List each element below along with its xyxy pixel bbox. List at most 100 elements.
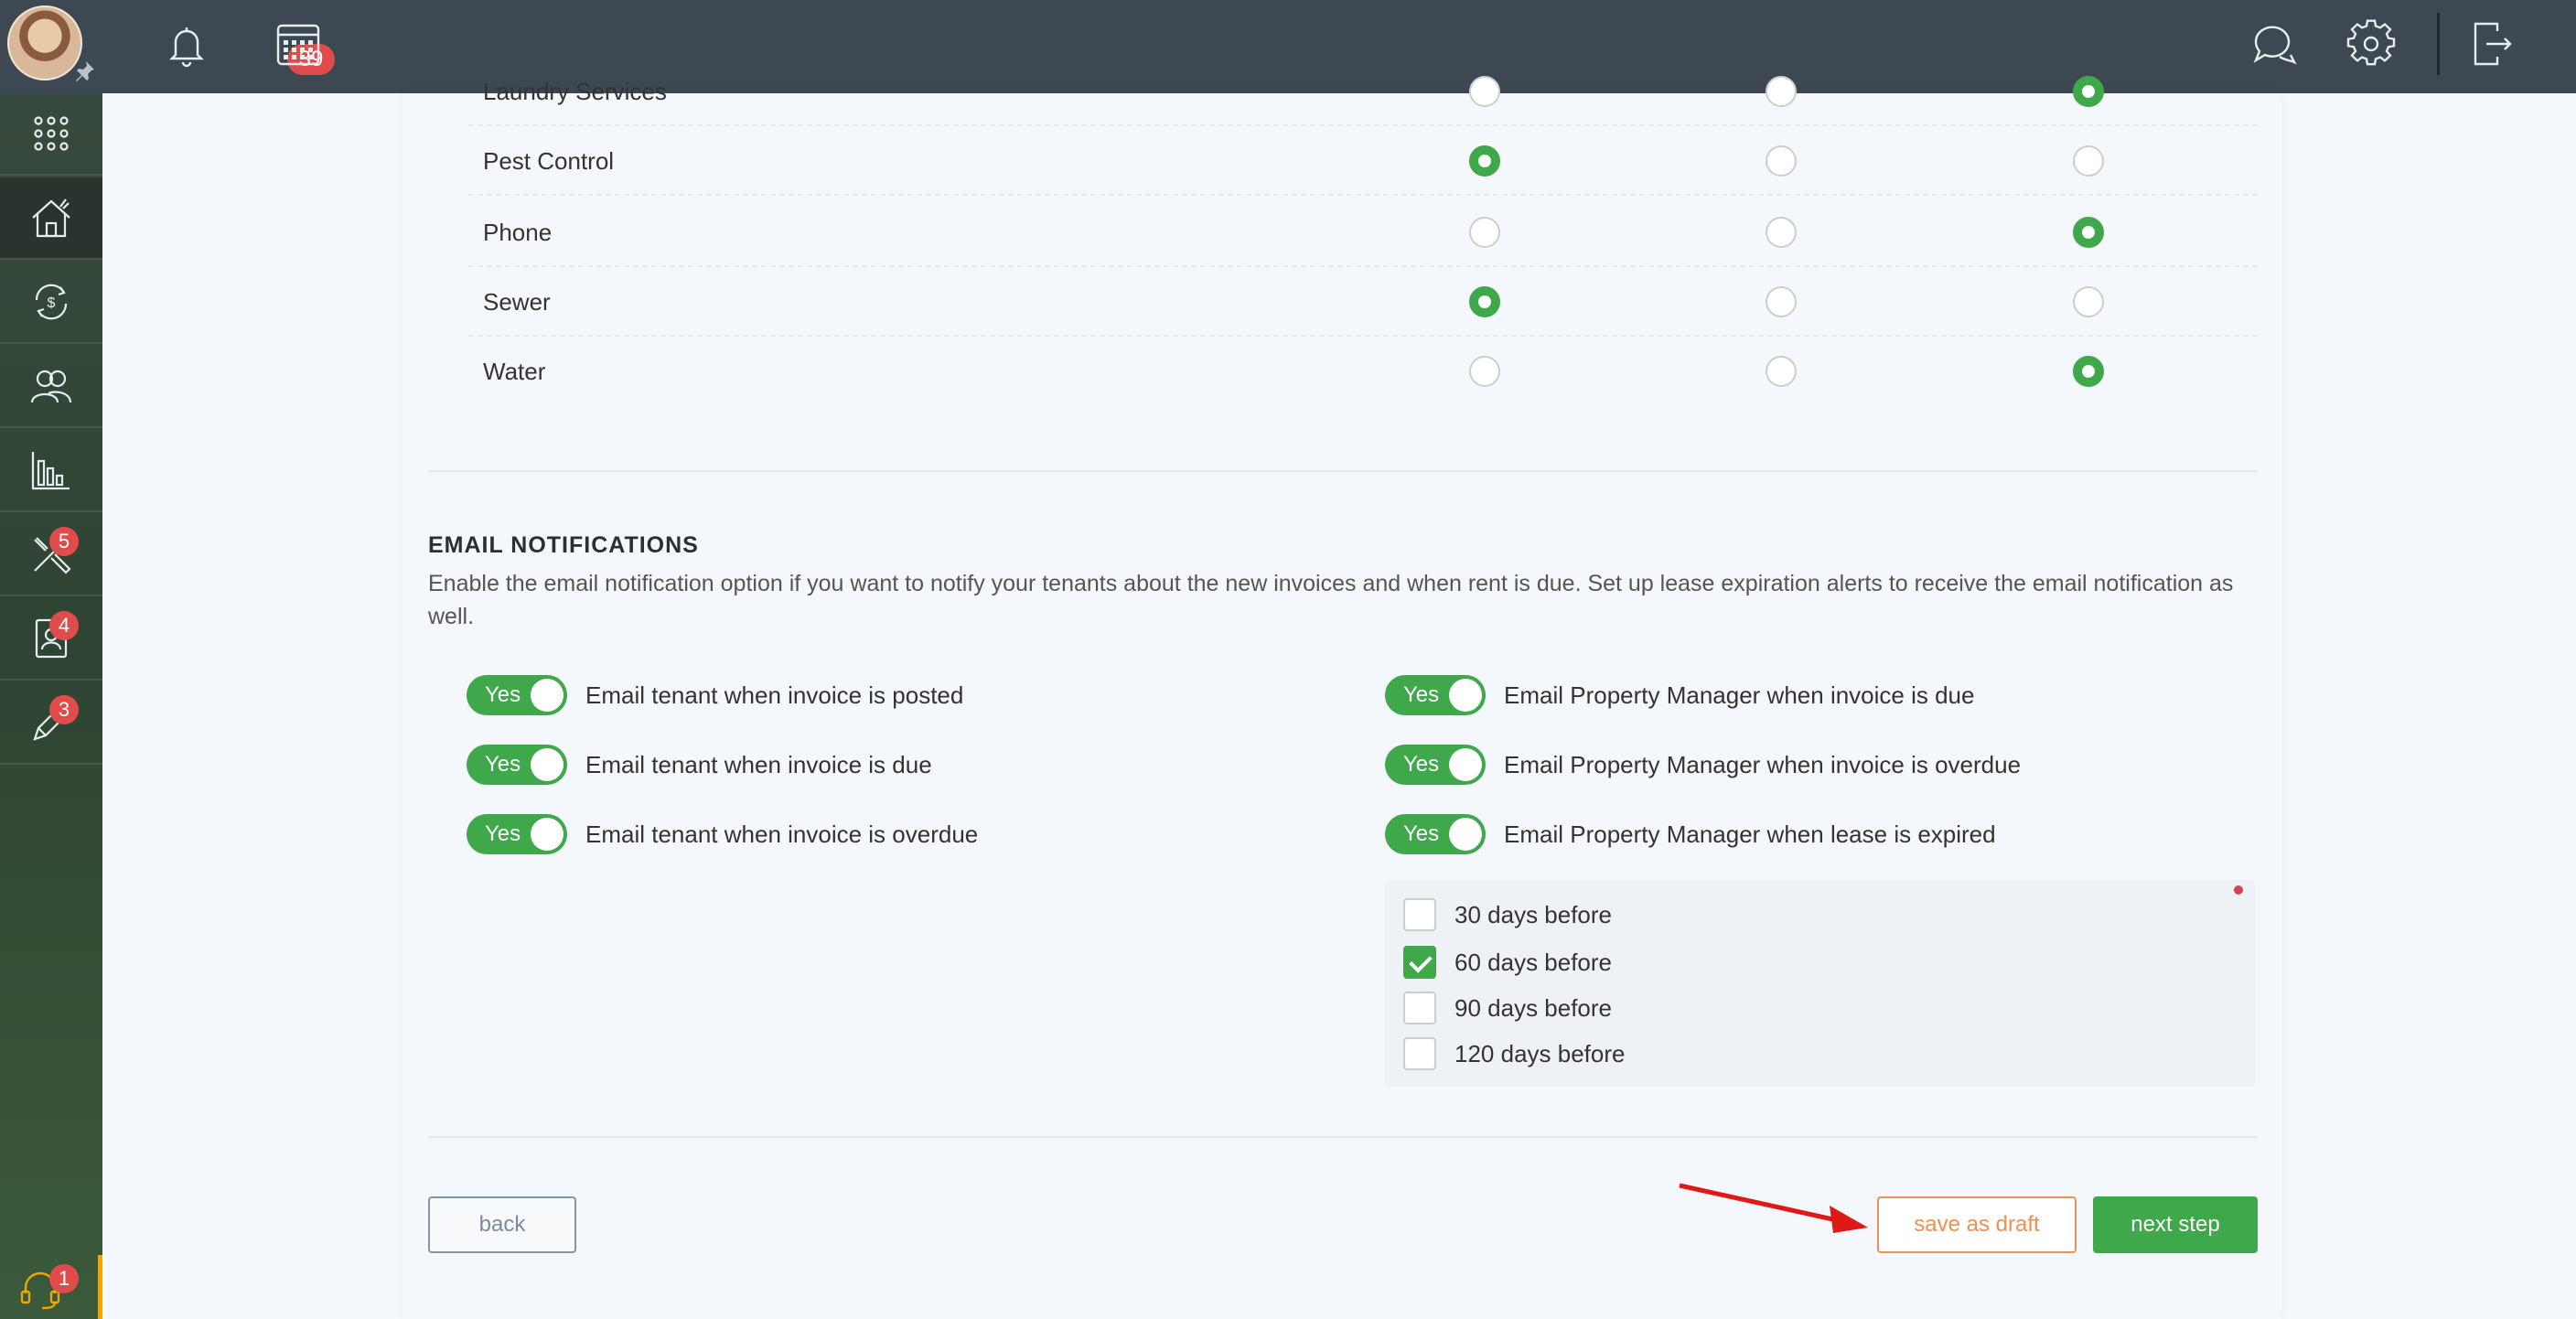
utility-radio[interactable] bbox=[1766, 76, 1797, 107]
sidebar-item-support[interactable]: 1 bbox=[0, 1255, 102, 1319]
toggle-knob bbox=[531, 679, 564, 712]
section-divider bbox=[428, 1136, 2258, 1138]
gear-icon[interactable] bbox=[2345, 18, 2397, 70]
sidebar-item-contacts[interactable] bbox=[0, 346, 102, 428]
toggle-row: Yes Email Property Manager when invoice … bbox=[1385, 743, 2021, 787]
main-card: Laundry Services Pest Control Phone Sewe… bbox=[402, 76, 2281, 1319]
next-step-button[interactable]: next step bbox=[2093, 1196, 2258, 1253]
utility-radio[interactable] bbox=[1469, 356, 1500, 387]
toggle-text: Email Property Manager when invoice is d… bbox=[1504, 681, 1975, 709]
sidebar: $ 5 4 3 1 bbox=[0, 0, 102, 1319]
profile-area[interactable] bbox=[0, 0, 102, 93]
svg-text:$: $ bbox=[48, 295, 56, 311]
days-option[interactable]: 120 days before bbox=[1403, 1037, 1625, 1070]
section-description: Enable the email notification option if … bbox=[428, 571, 2234, 629]
toggle-switch[interactable]: Yes bbox=[467, 814, 567, 854]
save-as-draft-button[interactable]: save as draft bbox=[1877, 1196, 2077, 1253]
utility-radio[interactable] bbox=[1766, 286, 1797, 317]
toggle-text: Email tenant when invoice is due bbox=[585, 750, 932, 778]
people-icon bbox=[30, 370, 72, 403]
money-cycle-icon: $ bbox=[35, 284, 68, 320]
utility-radio[interactable] bbox=[1469, 145, 1500, 177]
toggle-knob bbox=[531, 818, 564, 851]
toggle-label: Yes bbox=[1403, 752, 1440, 777]
utility-radio[interactable] bbox=[2073, 286, 2104, 317]
pin-icon[interactable] bbox=[71, 59, 97, 84]
utility-radio[interactable] bbox=[1469, 217, 1500, 248]
sidebar-item-leases[interactable]: 3 bbox=[0, 682, 102, 765]
utility-name: Laundry Services bbox=[483, 78, 667, 105]
section-title: EMAIL NOTIFICATIONS bbox=[428, 532, 699, 558]
toggle-switch[interactable]: Yes bbox=[1385, 814, 1486, 854]
toggle-row: Yes Email Property Manager when invoice … bbox=[1385, 673, 1974, 717]
toggle-text: Email Property Manager when lease is exp… bbox=[1504, 820, 1996, 848]
toggle-knob bbox=[1449, 748, 1482, 781]
maintenance-badge: 5 bbox=[49, 527, 79, 556]
toggle-switch[interactable]: Yes bbox=[1385, 745, 1486, 785]
checkbox[interactable] bbox=[1403, 898, 1436, 931]
sidebar-item-payments[interactable]: $ bbox=[0, 262, 102, 344]
toggle-label: Yes bbox=[1403, 682, 1440, 707]
days-option[interactable]: 60 days before bbox=[1403, 946, 1612, 979]
toggle-knob bbox=[531, 748, 564, 781]
utility-name: Water bbox=[483, 358, 546, 385]
utility-radio[interactable] bbox=[2073, 217, 2104, 248]
days-option[interactable]: 30 days before bbox=[1403, 898, 1612, 931]
toggle-switch[interactable]: Yes bbox=[467, 745, 567, 785]
toggle-label: Yes bbox=[485, 821, 521, 846]
toggle-text: Email Property Manager when invoice is o… bbox=[1504, 750, 2022, 778]
checkbox-checked[interactable] bbox=[1403, 946, 1436, 979]
toggle-text: Email tenant when invoice is posted bbox=[585, 681, 964, 709]
toggle-switch[interactable]: Yes bbox=[1385, 675, 1486, 715]
toggle-row: Yes Email Property Manager when lease is… bbox=[1385, 812, 1996, 856]
chart-icon bbox=[31, 452, 70, 490]
checkbox-label: 90 days before bbox=[1454, 993, 1613, 1022]
utility-radio[interactable] bbox=[2073, 145, 2104, 177]
required-dot bbox=[2234, 885, 2243, 895]
utility-row: Sewer bbox=[468, 267, 2258, 337]
utility-radio[interactable] bbox=[1766, 217, 1797, 248]
toggle-knob bbox=[1449, 679, 1482, 712]
utility-name: Phone bbox=[483, 219, 553, 246]
checkbox[interactable] bbox=[1403, 992, 1436, 1024]
utility-radio[interactable] bbox=[1766, 356, 1797, 387]
checkbox-label: 120 days before bbox=[1454, 1039, 1626, 1067]
house-icon bbox=[32, 198, 70, 238]
tenants-badge: 4 bbox=[49, 611, 79, 640]
bell-icon[interactable] bbox=[161, 18, 212, 70]
toggle-label: Yes bbox=[485, 682, 521, 707]
utility-radio[interactable] bbox=[1469, 286, 1500, 317]
grid-icon bbox=[34, 116, 69, 151]
sidebar-item-tenants[interactable]: 4 bbox=[0, 598, 102, 681]
toggle-switch[interactable]: Yes bbox=[467, 675, 567, 715]
sidebar-item-reports[interactable] bbox=[0, 430, 102, 512]
utility-name: Pest Control bbox=[483, 147, 615, 175]
utility-radio[interactable] bbox=[1469, 76, 1500, 107]
sidebar-item-apps[interactable] bbox=[0, 93, 102, 176]
calendar-icon[interactable] bbox=[273, 18, 324, 70]
checkbox[interactable] bbox=[1403, 1037, 1436, 1070]
toggle-text: Email tenant when invoice is overdue bbox=[585, 820, 979, 848]
toggle-row: Yes Email tenant when invoice is posted bbox=[467, 673, 963, 717]
utility-row: Water bbox=[468, 337, 2258, 406]
utility-radio[interactable] bbox=[2073, 76, 2104, 107]
sidebar-item-maintenance[interactable]: 5 bbox=[0, 514, 102, 596]
sidebar-item-properties[interactable] bbox=[0, 177, 102, 260]
toggle-row: Yes Email tenant when invoice is overdue bbox=[467, 812, 978, 856]
utility-name: Sewer bbox=[483, 288, 551, 316]
back-button[interactable]: back bbox=[428, 1196, 576, 1253]
utility-row: Phone bbox=[468, 198, 2258, 267]
annotation-arrow-icon bbox=[1679, 1183, 1868, 1233]
utility-radio[interactable] bbox=[1766, 145, 1797, 177]
utility-radio[interactable] bbox=[2073, 356, 2104, 387]
checkbox-label: 30 days before bbox=[1454, 900, 1613, 928]
days-option[interactable]: 90 days before bbox=[1403, 992, 1612, 1024]
utility-row: Laundry Services bbox=[468, 57, 2258, 126]
logout-icon[interactable] bbox=[2466, 18, 2517, 70]
toggle-row: Yes Email tenant when invoice is due bbox=[467, 743, 932, 787]
topbar-divider bbox=[2437, 13, 2440, 75]
section-divider bbox=[428, 470, 2258, 472]
support-badge: 1 bbox=[49, 1264, 79, 1293]
leases-badge: 3 bbox=[49, 695, 79, 724]
toggle-label: Yes bbox=[1403, 821, 1440, 846]
